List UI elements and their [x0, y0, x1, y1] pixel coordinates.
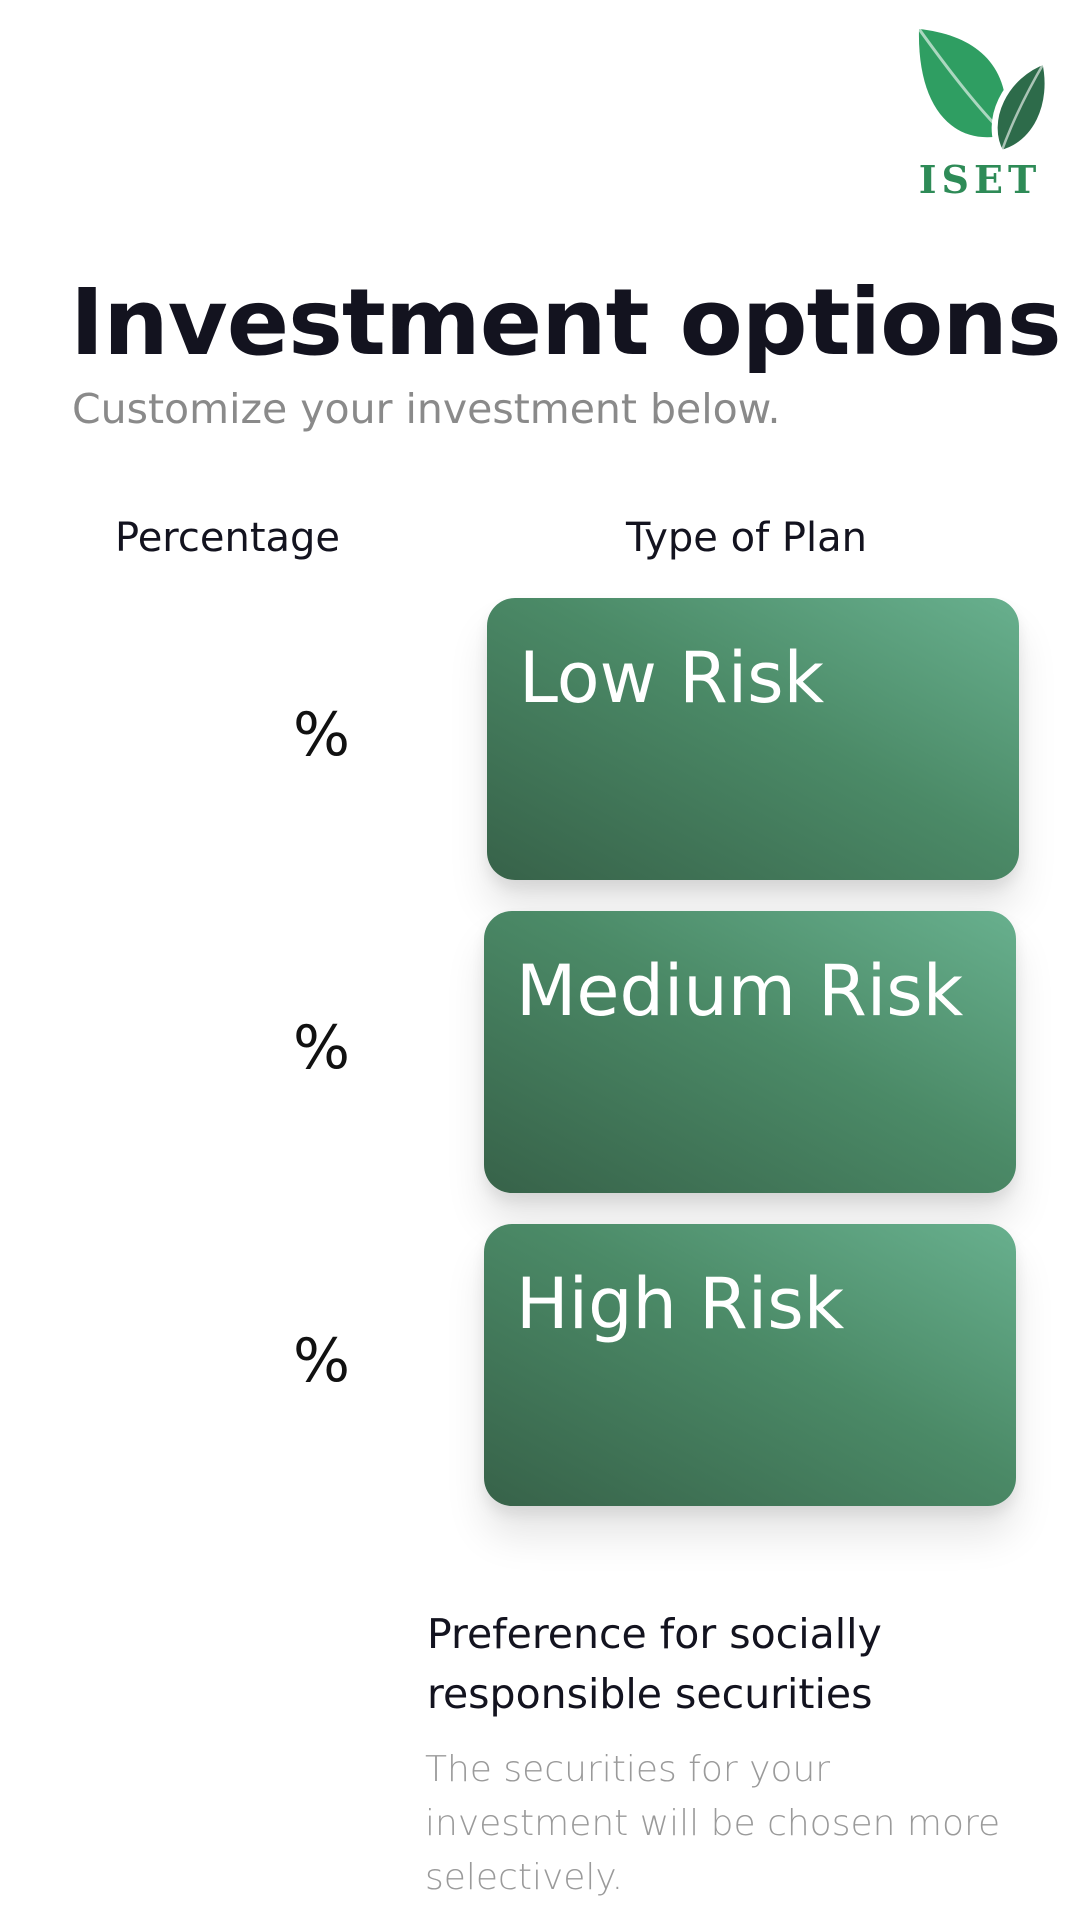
percent-row-high-risk: %: [230, 1321, 350, 1401]
sri-preference-title: Preference for socially responsible secu…: [427, 1610, 882, 1718]
plan-card-low-risk[interactable]: Low Risk: [487, 598, 1019, 880]
low-risk-percentage-input[interactable]: [242, 705, 293, 765]
percent-sign: %: [292, 1326, 350, 1396]
percentage-column-header: Percentage: [115, 515, 341, 561]
medium-risk-percentage-input[interactable]: [242, 1018, 293, 1078]
percent-row-medium-risk: %: [230, 1008, 350, 1088]
percent-row-low-risk: %: [230, 695, 350, 775]
plan-column-header: Type of Plan: [626, 515, 867, 561]
plan-card-medium-risk[interactable]: Medium Risk: [484, 911, 1016, 1193]
plan-card-label: Medium Risk: [516, 950, 964, 1032]
leaf-icon: [917, 28, 1051, 157]
percent-sign: %: [292, 1013, 350, 1083]
sri-preference-description: The securities for your investment will …: [425, 1749, 1001, 1898]
plan-card-high-risk[interactable]: High Risk: [484, 1224, 1016, 1506]
plan-card-label: High Risk: [516, 1263, 845, 1345]
brand-name: ISET: [918, 157, 1042, 202]
plan-card-label: Low Risk: [519, 637, 825, 719]
page-title: Investment options: [70, 269, 1062, 376]
percent-sign: %: [292, 700, 350, 770]
page-subtitle: Customize your investment below.: [72, 385, 781, 433]
high-risk-percentage-input[interactable]: [242, 1331, 293, 1391]
iset-logo: ISET: [905, 25, 1055, 205]
